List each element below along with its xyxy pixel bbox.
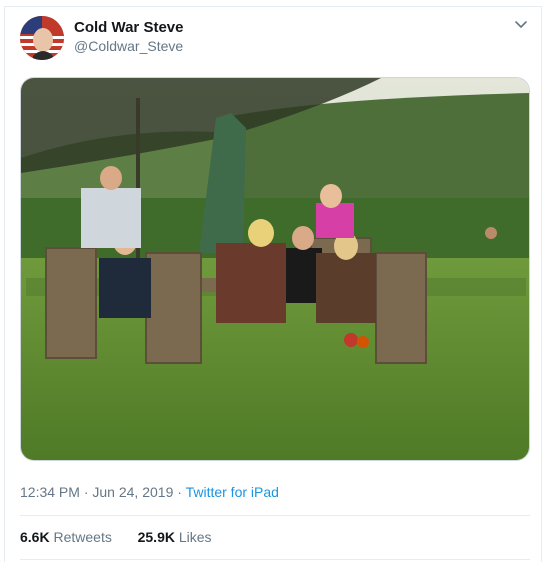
likes-label: Likes [178, 529, 212, 545]
likes-stat[interactable]: 25.9K Likes [138, 529, 212, 545]
meta-separator: · [173, 484, 186, 500]
tweet-meta: 12:34 PM · Jun 24, 2019 · Twitter for iP… [20, 484, 279, 500]
meta-separator: · [79, 484, 93, 500]
divider [20, 559, 530, 560]
tweet-image[interactable] [20, 77, 530, 461]
retweets-count: 6.6K [20, 529, 50, 545]
tweet-time[interactable]: 12:34 PM [20, 484, 80, 500]
retweets-label: Retweets [53, 529, 112, 545]
handle[interactable]: @Coldwar_Steve [74, 38, 183, 54]
chevron-down-icon[interactable] [514, 18, 528, 32]
likes-count: 25.9K [137, 529, 175, 545]
tweet-source-link[interactable]: Twitter for iPad [186, 484, 279, 500]
avatar[interactable] [20, 16, 64, 60]
divider [20, 515, 530, 516]
display-name[interactable]: Cold War Steve [74, 19, 183, 36]
tweet-stats: 6.6K Retweets 25.9K Likes [20, 529, 212, 545]
tweet-date[interactable]: Jun 24, 2019 [92, 484, 173, 500]
retweets-stat[interactable]: 6.6K Retweets [20, 529, 112, 545]
